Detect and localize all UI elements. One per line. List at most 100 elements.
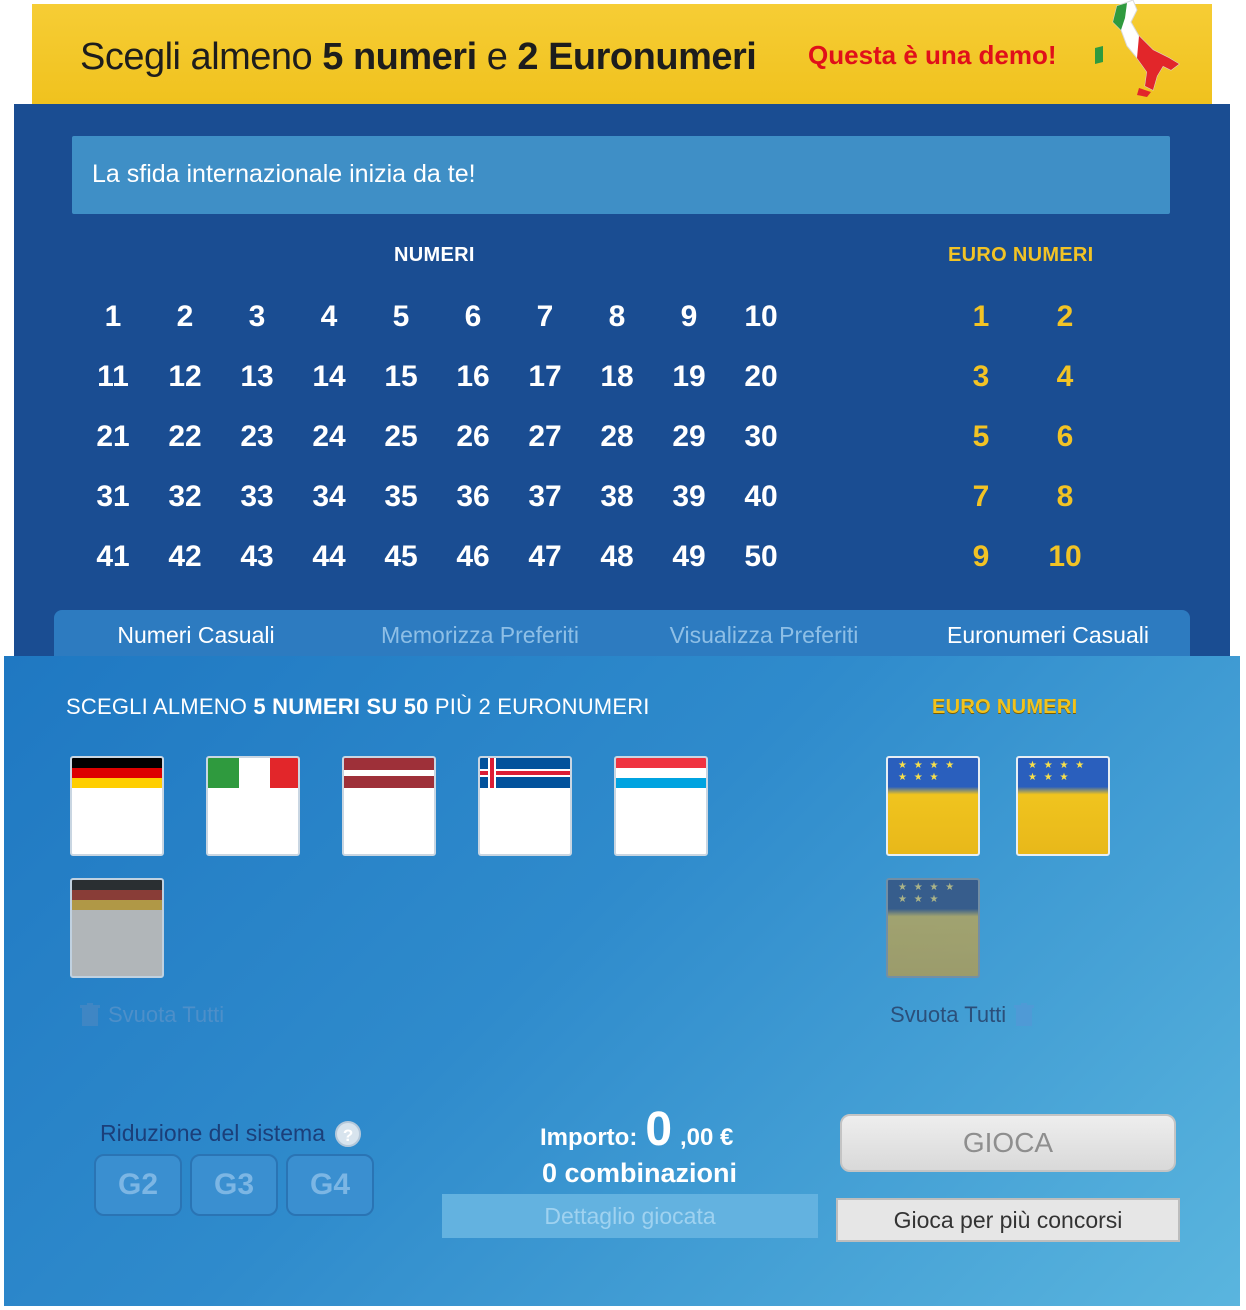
number-43[interactable]: 43	[222, 540, 292, 574]
numbers-panel: La sfida internazionale inizia da te! NU…	[14, 104, 1230, 664]
number-15[interactable]: 15	[366, 360, 436, 394]
number-1[interactable]: 1	[78, 300, 148, 334]
bet-detail-button[interactable]: Dettaglio giocata	[442, 1194, 818, 1238]
italy-map-icon	[1095, 0, 1180, 97]
number-26[interactable]: 26	[438, 420, 508, 454]
action-tabs: Numeri Casuali Memorizza Preferiti Visua…	[54, 610, 1190, 660]
flag-card-iceland[interactable]	[478, 756, 572, 856]
numbers-heading: NUMERI	[394, 244, 475, 266]
number-25[interactable]: 25	[366, 420, 436, 454]
flag-card-latvia[interactable]	[342, 756, 436, 856]
clear-numbers-button[interactable]: Svuota Tutti	[72, 1002, 224, 1028]
number-6[interactable]: 6	[438, 300, 508, 334]
number-9[interactable]: 9	[654, 300, 724, 334]
euro-number-3[interactable]: 3	[946, 360, 1016, 394]
top-banner: Scegli almeno 5 numeri e 2 Euronumeri Qu…	[32, 0, 1212, 104]
number-14[interactable]: 14	[294, 360, 364, 394]
number-24[interactable]: 24	[294, 420, 364, 454]
number-34[interactable]: 34	[294, 480, 364, 514]
number-33[interactable]: 33	[222, 480, 292, 514]
euro-card-2[interactable]: ★ ★ ★ ★ ★ ★ ★	[1016, 756, 1110, 856]
play-button[interactable]: GIOCA	[840, 1114, 1176, 1172]
number-17[interactable]: 17	[510, 360, 580, 394]
euro-numbers-heading-lower: EURO NUMERI	[932, 696, 1078, 718]
number-11[interactable]: 11	[78, 360, 148, 394]
number-20[interactable]: 20	[726, 360, 796, 394]
number-2[interactable]: 2	[150, 300, 220, 334]
number-47[interactable]: 47	[510, 540, 580, 574]
number-42[interactable]: 42	[150, 540, 220, 574]
number-35[interactable]: 35	[366, 480, 436, 514]
number-32[interactable]: 32	[150, 480, 220, 514]
number-30[interactable]: 30	[726, 420, 796, 454]
euro-number-10[interactable]: 10	[1030, 540, 1100, 574]
tab-numeri-casuali[interactable]: Numeri Casuali	[54, 622, 338, 649]
number-48[interactable]: 48	[582, 540, 652, 574]
euro-number-8[interactable]: 8	[1030, 480, 1100, 514]
banner-title-pre: Scegli almeno	[80, 36, 323, 78]
number-38[interactable]: 38	[582, 480, 652, 514]
number-3[interactable]: 3	[222, 300, 292, 334]
number-18[interactable]: 18	[582, 360, 652, 394]
number-44[interactable]: 44	[294, 540, 364, 574]
number-46[interactable]: 46	[438, 540, 508, 574]
number-21[interactable]: 21	[78, 420, 148, 454]
number-4[interactable]: 4	[294, 300, 364, 334]
play-multiple-draws-button[interactable]: Gioca per più concorsi	[836, 1198, 1180, 1242]
amount-value: 0	[645, 1103, 673, 1156]
number-8[interactable]: 8	[582, 300, 652, 334]
euro-number-5[interactable]: 5	[946, 420, 1016, 454]
euro-number-4[interactable]: 4	[1030, 360, 1100, 394]
amount-decimals: ,00 €	[680, 1124, 734, 1151]
banner-title-mid: e	[476, 36, 518, 78]
euro-number-1[interactable]: 1	[946, 300, 1016, 334]
number-50[interactable]: 50	[726, 540, 796, 574]
number-23[interactable]: 23	[222, 420, 292, 454]
euro-card-1[interactable]: ★ ★ ★ ★ ★ ★ ★	[886, 756, 980, 856]
flag-card-germany[interactable]	[70, 756, 164, 856]
euro-number-7[interactable]: 7	[946, 480, 1016, 514]
number-5[interactable]: 5	[366, 300, 436, 334]
euro-number-2[interactable]: 2	[1030, 300, 1100, 334]
help-icon[interactable]: ?	[335, 1120, 362, 1147]
euro-card-3-disabled: ★ ★ ★ ★ ★ ★ ★	[886, 878, 980, 978]
number-19[interactable]: 19	[654, 360, 724, 394]
amount-label: Importo:	[540, 1124, 638, 1151]
number-31[interactable]: 31	[78, 480, 148, 514]
g4-button[interactable]: G4	[286, 1154, 374, 1216]
banner-title-euronumbers: 2 Euronumeri	[517, 36, 757, 78]
number-16[interactable]: 16	[438, 360, 508, 394]
number-28[interactable]: 28	[582, 420, 652, 454]
g2-button[interactable]: G2	[94, 1154, 182, 1216]
flag-card-italy[interactable]	[206, 756, 300, 856]
euro-number-9[interactable]: 9	[946, 540, 1016, 574]
trash-icon	[1014, 1003, 1035, 1026]
tab-euronumeri-casuali[interactable]: Euronumeri Casuali	[906, 622, 1190, 649]
number-41[interactable]: 41	[78, 540, 148, 574]
banner-title-numbers: 5 numeri	[322, 36, 477, 78]
euro-number-6[interactable]: 6	[1030, 420, 1100, 454]
banner-title: Scegli almeno 5 numeri e 2 Euronumeri	[80, 36, 757, 79]
demo-label: Questa è una demo!	[808, 40, 1057, 70]
number-49[interactable]: 49	[654, 540, 724, 574]
number-40[interactable]: 40	[726, 480, 796, 514]
eu-stars-icon: ★ ★ ★ ★ ★ ★ ★	[898, 760, 957, 783]
number-7[interactable]: 7	[510, 300, 580, 334]
tab-visualizza-preferiti[interactable]: Visualizza Preferiti	[622, 622, 906, 649]
choose-instructions: SCEGLI ALMENO 5 NUMERI SU 50 PIÙ 2 EURON…	[66, 694, 650, 720]
number-12[interactable]: 12	[150, 360, 220, 394]
number-29[interactable]: 29	[654, 420, 724, 454]
number-36[interactable]: 36	[438, 480, 508, 514]
tab-memorizza-preferiti[interactable]: Memorizza Preferiti	[338, 622, 622, 649]
choose-pre: SCEGLI ALMENO	[66, 694, 254, 719]
number-13[interactable]: 13	[222, 360, 292, 394]
number-37[interactable]: 37	[510, 480, 580, 514]
g3-button[interactable]: G3	[190, 1154, 278, 1216]
number-39[interactable]: 39	[654, 480, 724, 514]
number-10[interactable]: 10	[726, 300, 796, 334]
flag-card-luxembourg[interactable]	[614, 756, 708, 856]
number-27[interactable]: 27	[510, 420, 580, 454]
number-45[interactable]: 45	[366, 540, 436, 574]
clear-euronumbers-button[interactable]: Svuota Tutti	[890, 1002, 1042, 1028]
number-22[interactable]: 22	[150, 420, 220, 454]
